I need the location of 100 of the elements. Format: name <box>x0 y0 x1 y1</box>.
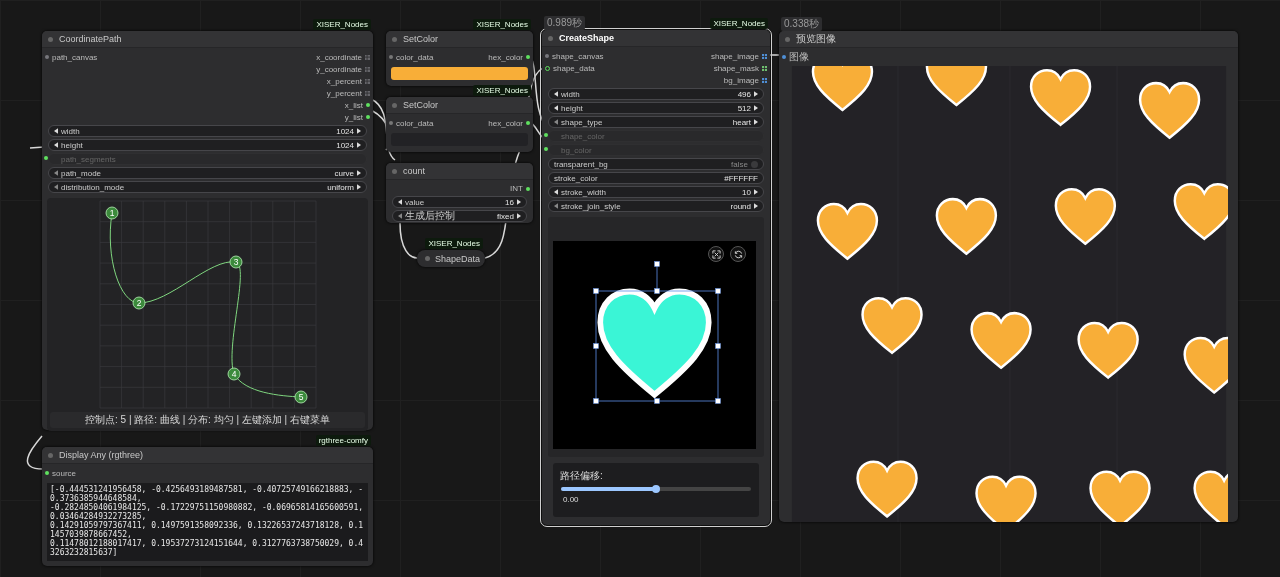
right-arrow-icon[interactable] <box>517 213 521 219</box>
collapse-dot-icon[interactable] <box>48 36 53 42</box>
collapse-dot-icon[interactable] <box>425 256 430 261</box>
control-point[interactable]: 5 <box>294 390 307 404</box>
right-arrow-icon[interactable] <box>357 128 361 134</box>
text-widget[interactable]: stroke_color #FFFFFF <box>548 172 764 184</box>
connector-dot-icon[interactable] <box>366 115 370 119</box>
toggle-widget[interactable]: transparent_bg false <box>548 158 764 170</box>
node-title: ShapeData <box>435 253 481 264</box>
number-widget[interactable]: height 1024 <box>48 139 367 151</box>
right-arrow-icon[interactable] <box>517 199 521 205</box>
connector-dot-icon[interactable] <box>545 54 549 58</box>
slot-label: shape_mask <box>713 63 759 73</box>
collapse-dot-icon[interactable] <box>548 35 553 41</box>
fullscreen-icon[interactable] <box>708 246 724 262</box>
right-arrow-icon[interactable] <box>357 142 361 148</box>
node-title: SetColor <box>403 100 438 110</box>
collapse-dot-icon[interactable] <box>392 168 397 174</box>
connector-dot-icon[interactable] <box>389 55 393 59</box>
shape-preview[interactable] <box>553 241 756 449</box>
control-point[interactable]: 1 <box>105 206 118 220</box>
connector-dot-icon[interactable] <box>526 186 530 191</box>
left-arrow-icon[interactable] <box>54 142 58 148</box>
slot-label: y_list <box>344 112 363 122</box>
slot-label: shape_data <box>553 63 595 73</box>
node-badge: rgthree-comfy <box>315 435 371 446</box>
list-icon[interactable] <box>365 78 370 84</box>
control-point[interactable]: 3 <box>229 255 242 269</box>
list-icon[interactable] <box>365 66 370 72</box>
slot-label: bg_image <box>723 75 759 85</box>
slot-label: y_percent <box>326 88 362 98</box>
control-point[interactable]: 2 <box>132 296 145 310</box>
node-badge: XISER_Nodes <box>313 19 371 30</box>
collapse-dot-icon[interactable] <box>392 102 397 108</box>
slot-label: source <box>52 468 76 478</box>
combo-widget[interactable]: distribution_mode uniform <box>48 181 367 193</box>
left-arrow-icon[interactable] <box>554 91 558 97</box>
slot-label: x_percent <box>326 76 362 86</box>
color-swatch[interactable] <box>391 67 528 80</box>
node-badge: XISER_Nodes <box>425 238 483 249</box>
right-arrow-icon[interactable] <box>357 170 361 176</box>
node-title: 预览图像 <box>796 32 836 46</box>
connector-dot-icon[interactable] <box>389 121 393 125</box>
node-title: count <box>403 166 426 176</box>
combo-widget[interactable]: 生成后控制 fixed <box>392 210 527 222</box>
grid-icon[interactable] <box>762 53 767 59</box>
connector-dot-icon[interactable] <box>544 133 548 137</box>
left-arrow-icon[interactable] <box>554 105 558 111</box>
connector-dot-icon[interactable] <box>44 156 48 160</box>
transform-handles[interactable] <box>593 261 721 404</box>
combo-widget[interactable]: path_mode curve <box>48 167 367 179</box>
slider-value: 0.00 <box>562 495 580 504</box>
connector-dot-icon[interactable] <box>526 121 530 125</box>
offset-slider[interactable] <box>561 487 751 491</box>
connector-dot-icon[interactable] <box>782 55 786 59</box>
combo-widget[interactable]: shape_type heart <box>548 116 764 128</box>
connector-dot-icon[interactable] <box>544 147 548 151</box>
collapse-dot-icon[interactable] <box>48 452 53 458</box>
connector-dot-icon[interactable] <box>366 103 370 107</box>
connector-dot-icon[interactable] <box>45 55 49 59</box>
grid-icon[interactable] <box>762 77 767 83</box>
refresh-icon[interactable] <box>730 246 746 262</box>
left-arrow-icon[interactable] <box>398 199 402 205</box>
connector-dot-icon[interactable] <box>526 55 530 59</box>
slot-label: color_data <box>396 118 434 128</box>
collapse-dot-icon[interactable] <box>392 36 397 42</box>
path-editor[interactable]: 1 2 3 4 5 控制点: 5 | 路径: 曲线 | 分布: 均匀 | 左键添加 | 右键菜单 <box>47 198 368 431</box>
left-arrow-icon[interactable] <box>54 128 58 134</box>
run-time: 0.338秒 <box>781 17 823 31</box>
slot-label: x_coordinate <box>316 52 362 62</box>
number-widget[interactable]: width 1024 <box>48 125 367 137</box>
slot-label: hex_color <box>488 118 523 128</box>
connection-wire <box>26 435 46 470</box>
list-icon[interactable] <box>365 90 370 96</box>
node-title: CoordinatePath <box>59 34 122 44</box>
right-arrow-icon[interactable] <box>754 119 758 125</box>
slot-label: INT <box>510 184 523 193</box>
node-badge: XISER_Nodes <box>710 18 768 29</box>
run-time: 0.989秒 <box>544 16 586 30</box>
combo-widget[interactable]: stroke_join_style round <box>548 200 764 212</box>
node-title: Display Any (rgthree) <box>59 450 144 460</box>
right-arrow-icon[interactable] <box>754 91 758 97</box>
number-widget[interactable]: width 496 <box>548 88 764 100</box>
list-icon[interactable] <box>365 54 370 60</box>
right-arrow-icon[interactable] <box>754 105 758 111</box>
slot-label: shape_canvas <box>552 51 604 61</box>
right-arrow-icon[interactable] <box>754 189 758 195</box>
grid-icon[interactable] <box>762 65 767 71</box>
heart-shape[interactable] <box>597 288 712 398</box>
control-point[interactable]: 4 <box>227 367 240 381</box>
connector-dot-icon[interactable] <box>45 471 49 475</box>
left-arrow-icon[interactable] <box>554 189 558 195</box>
right-arrow-icon[interactable] <box>357 184 361 190</box>
editor-status: 控制点: 5 | 路径: 曲线 | 分布: 均匀 | 左键添加 | 右键菜单 <box>50 412 365 428</box>
collapse-dot-icon[interactable] <box>785 36 790 42</box>
number-widget[interactable]: value 16 <box>392 196 527 208</box>
number-widget[interactable]: stroke_width 10 <box>548 186 764 198</box>
slot-label: y_coordinate <box>316 64 362 74</box>
number-widget[interactable]: height 512 <box>548 102 764 114</box>
right-arrow-icon[interactable] <box>754 203 758 209</box>
